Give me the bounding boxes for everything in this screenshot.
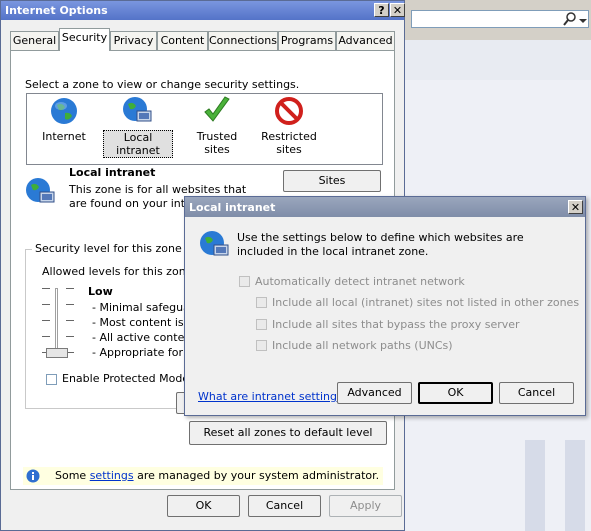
info-icon <box>26 469 40 483</box>
close-button[interactable]: ✕ <box>568 200 583 214</box>
checkmark-icon <box>204 96 230 122</box>
info-prefix: Some <box>55 469 90 482</box>
option-checkbox <box>256 340 267 351</box>
tab-connections[interactable]: Connections <box>208 31 278 50</box>
level-item: - Appropriate for s <box>92 346 193 359</box>
zone-trusted-sites[interactable]: Trusted sites <box>185 96 249 156</box>
zone-label: Trusted sites <box>196 130 238 156</box>
help-button[interactable]: ? <box>374 3 389 17</box>
option-label: Include all sites that bypass the proxy … <box>272 318 520 331</box>
advanced-button[interactable]: Advanced <box>337 382 412 404</box>
admin-info-text: Some settings are managed by your system… <box>55 469 379 482</box>
globe-icon <box>51 98 77 124</box>
local-intranet-dialog: Local intranet ✕ Use the settings below … <box>184 196 586 416</box>
auto-detect-label: Automatically detect intranet network <box>255 275 465 288</box>
slider-ticks <box>42 288 50 354</box>
zone-restricted-sites[interactable]: Restricted sites <box>259 96 319 162</box>
ok-button[interactable]: OK <box>167 495 240 517</box>
level-item: - All active conten <box>92 331 192 344</box>
ok-button[interactable]: OK <box>418 382 493 404</box>
background-tabbar <box>405 40 591 81</box>
level-item: - Most content is r <box>92 316 192 329</box>
reset-all-zones-button[interactable]: Reset all zones to default level <box>189 421 387 445</box>
dialog-title: Local intranet <box>189 201 276 214</box>
tab-privacy[interactable]: Privacy <box>110 31 157 50</box>
sites-button[interactable]: Sites <box>283 170 381 192</box>
apply-button[interactable]: Apply <box>329 495 402 517</box>
intranet-settings-help-link[interactable]: What are intranet settings? <box>198 390 349 403</box>
content-stripe <box>565 440 585 531</box>
info-suffix: are managed by your system administrator… <box>133 469 380 482</box>
zone-local-intranet[interactable]: Local intranet <box>103 96 173 158</box>
intranet-globe-icon <box>123 97 152 122</box>
option-label: Include all local (intranet) sites not l… <box>272 296 580 309</box>
internet-options-titlebar[interactable]: Internet Options ? ✕ <box>1 1 405 20</box>
slider-ticks <box>66 288 74 354</box>
zone-label: Restricted sites <box>261 130 317 156</box>
dialog-description: Use the settings below to define which w… <box>237 231 524 258</box>
content-stripe <box>525 440 545 531</box>
option-checkbox <box>256 297 267 308</box>
group-label: Security level for this zone <box>32 242 185 255</box>
selected-zone-title: Local intranet <box>69 166 156 179</box>
zone-internet[interactable]: Internet <box>35 96 93 148</box>
intranet-globe-icon <box>200 231 229 256</box>
level-item: - Minimal safeguar <box>92 301 195 314</box>
cancel-button[interactable]: Cancel <box>499 382 574 404</box>
cancel-button[interactable]: Cancel <box>248 495 321 517</box>
option-label: Include all network paths (UNCs) <box>272 339 453 352</box>
intranet-globe-icon <box>26 178 55 203</box>
allowed-levels-label: Allowed levels for this zone: A <box>42 265 208 278</box>
zone-list[interactable]: Internet Local intranet Trusted sites Re… <box>26 93 383 165</box>
zone-prompt: Select a zone to view or change security… <box>25 78 300 91</box>
auto-detect-checkbox <box>239 276 250 287</box>
settings-link[interactable]: settings <box>90 469 134 482</box>
tab-general[interactable]: General <box>10 31 59 50</box>
protected-mode-label: Enable Protected Mode ( <box>62 372 197 385</box>
admin-info-bar: Some settings are managed by your system… <box>23 467 383 485</box>
close-button[interactable]: ✕ <box>390 3 405 17</box>
protected-mode-checkbox[interactable] <box>46 374 57 385</box>
tab-programs[interactable]: Programs <box>278 31 336 50</box>
option-checkbox <box>256 319 267 330</box>
restricted-icon <box>275 97 303 125</box>
slider-thumb[interactable] <box>46 348 68 358</box>
window-title: Internet Options <box>5 4 108 17</box>
zone-label: Internet <box>42 130 86 143</box>
search-icon[interactable] <box>562 11 578 27</box>
tab-advanced[interactable]: Advanced <box>336 31 395 50</box>
zone-label: Local intranet <box>103 130 173 158</box>
tab-security[interactable]: Security <box>59 28 110 51</box>
level-name: Low <box>88 285 113 298</box>
security-slider[interactable] <box>40 288 74 358</box>
chevron-down-icon[interactable] <box>579 15 587 23</box>
tab-content[interactable]: Content <box>157 31 208 50</box>
local-intranet-titlebar[interactable]: Local intranet ✕ <box>185 197 585 217</box>
slider-track <box>55 288 58 354</box>
